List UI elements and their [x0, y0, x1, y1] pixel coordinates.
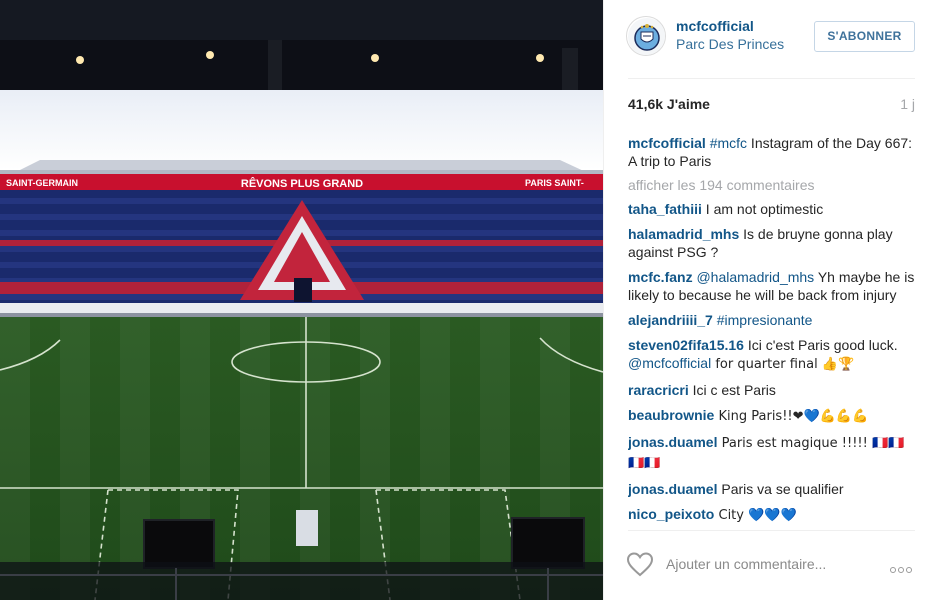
- comment-username[interactable]: taha_fathiii: [628, 201, 702, 217]
- follow-button[interactable]: S'ABONNER: [814, 21, 915, 52]
- likes-count[interactable]: 41,6k J'aime: [628, 96, 710, 112]
- banner-right-text: PARIS SAINT-: [525, 178, 584, 188]
- load-more-comments[interactable]: afficher les 194 commentaires: [628, 177, 915, 193]
- more-options-icon[interactable]: [890, 560, 916, 573]
- post-age[interactable]: 1 j: [900, 96, 915, 112]
- comment-item: raracricri Ici c est Paris: [628, 381, 915, 399]
- caption-hashtag[interactable]: #mcfc: [710, 135, 747, 151]
- username-link[interactable]: mcfcofficial: [676, 18, 754, 34]
- stats-row: 41,6k J'aime 1 j: [628, 96, 915, 114]
- comment-item: beaubrownie King Paris!!❤💙💪💪💪: [628, 406, 915, 426]
- comment-username[interactable]: nico_peixoto: [628, 506, 714, 522]
- comment-item: taha_fathiii I am not optimestic: [628, 200, 915, 218]
- location-link[interactable]: Parc Des Princes: [676, 36, 784, 52]
- post-footer: [604, 530, 936, 600]
- comment-text: Ici c est Paris: [688, 382, 776, 398]
- comment-item: mcfc.fanz @halamadrid_mhs Yh maybe he is…: [628, 268, 915, 304]
- comment-hashtag[interactable]: #impresionante: [713, 312, 813, 328]
- comment-username[interactable]: mcfc.fanz: [628, 269, 693, 285]
- dot-icon: [898, 567, 904, 573]
- comment-text: I am not optimestic: [701, 201, 824, 217]
- header-divider: [628, 78, 915, 79]
- comment-username[interactable]: raracricri: [628, 382, 689, 398]
- comment-username[interactable]: halamadrid_mhs: [628, 226, 739, 242]
- comment-item: halamadrid_mhs Is de bruyne gonna play a…: [628, 225, 915, 261]
- caption: mcfcofficial #mcfc Instagram of the Day …: [628, 134, 915, 170]
- comment-item: alejandriiii_7 #impresionante: [628, 311, 915, 329]
- club-crest-icon: [628, 18, 665, 55]
- post-header: mcfcofficial Parc Des Princes S'ABONNER: [604, 0, 936, 72]
- comment-username[interactable]: jonas.duamel: [628, 434, 717, 450]
- post-photo[interactable]: RÊVONS PLUS GRAND SAINT-GERMAIN PARIS SA…: [0, 0, 603, 600]
- caption-username[interactable]: mcfcofficial: [628, 135, 706, 151]
- comment-mention[interactable]: @halamadrid_mhs: [693, 269, 814, 285]
- comment-item: jonas.duamel Paris va se qualifier: [628, 480, 915, 498]
- comment-text: for quarter final 👍🏆: [711, 357, 855, 372]
- dot-icon: [906, 567, 912, 573]
- comment-input[interactable]: [666, 554, 876, 574]
- comments-list[interactable]: mcfcofficial #mcfc Instagram of the Day …: [628, 134, 915, 530]
- comment-username[interactable]: jonas.duamel: [628, 481, 717, 497]
- dot-icon: [890, 567, 896, 573]
- comment-text: King Paris!!❤💙💪💪💪: [714, 409, 869, 424]
- comment-username[interactable]: steven02fifa15.16: [628, 337, 744, 353]
- comment-item: steven02fifa15.16 Ici c'est Paris good l…: [628, 336, 915, 374]
- comment-username[interactable]: alejandriiii_7: [628, 312, 713, 328]
- comment-text: City 💙💙💙: [714, 508, 797, 523]
- banner-left-text: SAINT-GERMAIN: [6, 178, 78, 188]
- avatar[interactable]: [626, 16, 666, 56]
- comment-text: Ici c'est Paris good luck.: [743, 337, 898, 353]
- comment-text: Paris va se qualifier: [717, 481, 844, 497]
- stadium-image: RÊVONS PLUS GRAND SAINT-GERMAIN PARIS SA…: [0, 0, 603, 600]
- heart-icon[interactable]: [626, 551, 654, 577]
- comment-item: nico_peixoto City 💙💙💙: [628, 505, 915, 525]
- comment-username[interactable]: beaubrownie: [628, 407, 714, 423]
- banner-center-text: RÊVONS PLUS GRAND: [241, 177, 363, 190]
- post-details-panel: mcfcofficial Parc Des Princes S'ABONNER …: [603, 0, 936, 600]
- comment-item: jonas.duamel Paris est magique !!!!! 🇫🇷🇫…: [628, 433, 915, 473]
- comment-mention[interactable]: @mcfcofficial: [628, 355, 711, 371]
